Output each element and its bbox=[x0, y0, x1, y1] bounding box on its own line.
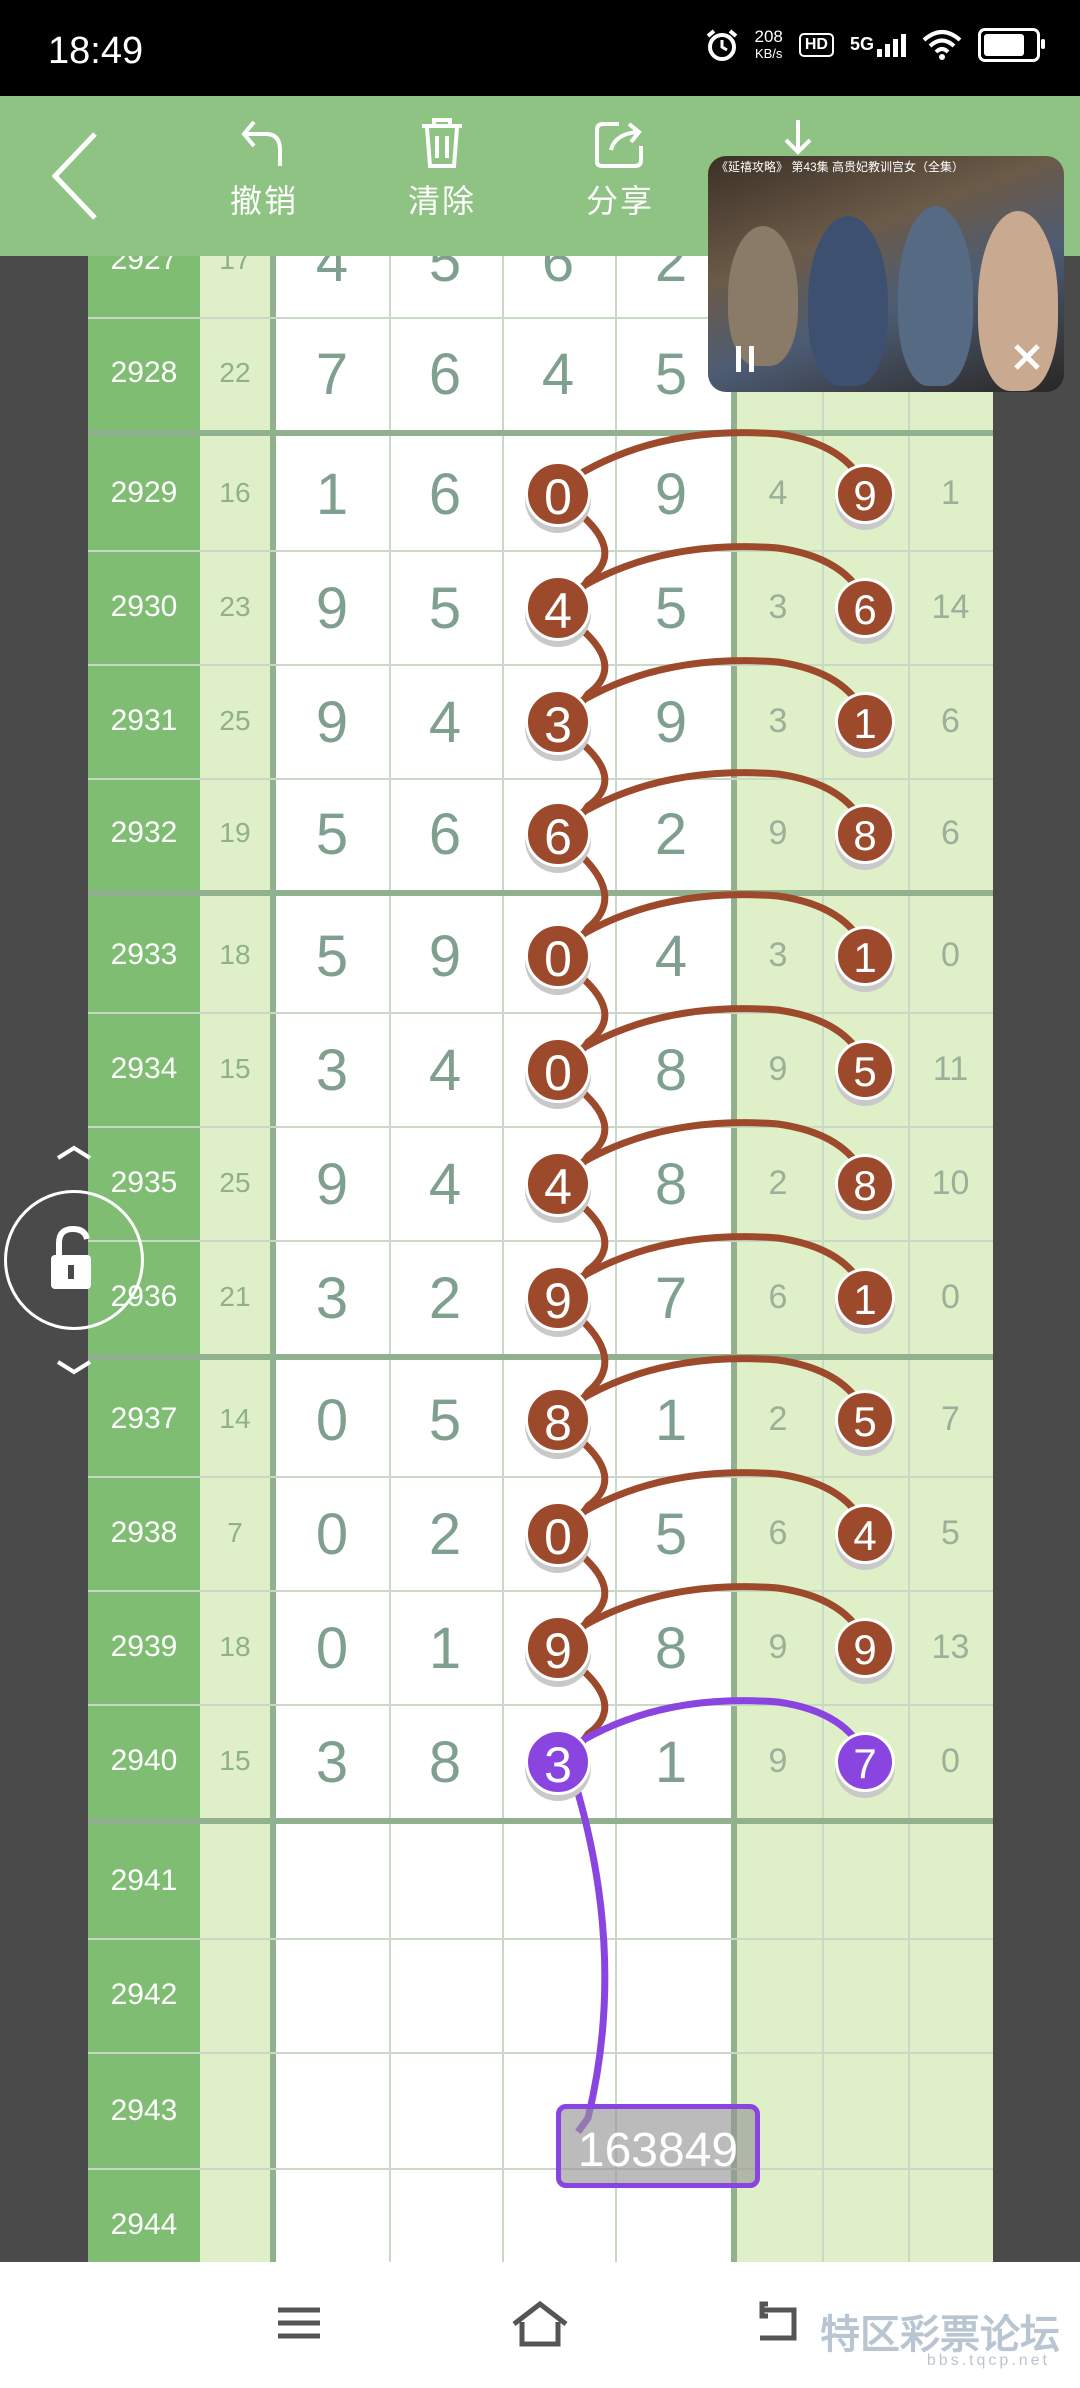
back-button[interactable] bbox=[40, 126, 120, 226]
draw-ball[interactable]: 3 bbox=[525, 689, 591, 755]
net-speed: 208 KB/s bbox=[755, 28, 783, 62]
stat-ball[interactable]: 9 bbox=[835, 1618, 895, 1678]
share-label: 分享 bbox=[585, 183, 654, 219]
trend-curves bbox=[555, 429, 870, 2135]
chevron-down-icon[interactable] bbox=[54, 1358, 94, 1378]
stat-ball[interactable]: 1 bbox=[835, 926, 895, 986]
unlock-icon bbox=[51, 1225, 91, 1289]
video-figure bbox=[808, 216, 888, 386]
stat-ball[interactable]: 1 bbox=[835, 692, 895, 752]
signal-label: 5G bbox=[849, 33, 874, 54]
lock-button[interactable] bbox=[4, 1190, 144, 1330]
clear-button[interactable]: 清除 bbox=[382, 116, 502, 222]
draw-ball[interactable]: 0 bbox=[525, 461, 591, 527]
video-figure bbox=[898, 206, 973, 386]
stat-ball[interactable]: 5 bbox=[835, 1390, 895, 1450]
trend-connector bbox=[569, 1774, 609, 2135]
stat-ball[interactable]: 4 bbox=[835, 1504, 895, 1564]
stat-ball[interactable]: 8 bbox=[835, 1154, 895, 1214]
draw-ball[interactable]: 0 bbox=[525, 923, 591, 989]
stat-ball[interactable]: 9 bbox=[835, 464, 895, 524]
status-bar: 18:49 208 KB/s HD 5G bbox=[0, 0, 1080, 96]
share-icon bbox=[595, 122, 643, 168]
pause-icon[interactable] bbox=[730, 342, 760, 376]
status-time: 18:49 bbox=[48, 30, 144, 72]
stat-ball[interactable]: 7 bbox=[835, 1732, 895, 1792]
video-pip[interactable]: 《延禧攻略》 第43集 高贵妃教训宫女（全集） bbox=[708, 156, 1064, 392]
draw-ball[interactable]: 4 bbox=[525, 1151, 591, 1217]
home-icon[interactable] bbox=[510, 2298, 570, 2348]
back-nav-icon[interactable] bbox=[754, 2298, 804, 2348]
alarm-icon bbox=[706, 29, 737, 61]
signal-icon: 5G bbox=[849, 33, 906, 57]
undo-button[interactable]: 撤销 bbox=[204, 116, 324, 222]
draw-ball[interactable]: 3 bbox=[525, 1729, 591, 1795]
hd-badge: HD bbox=[798, 33, 834, 57]
chevron-up-icon[interactable] bbox=[54, 1142, 94, 1162]
net-speed-unit: KB/s bbox=[754, 46, 783, 61]
stat-ball[interactable]: 5 bbox=[835, 1040, 895, 1100]
result-display[interactable]: 163849 bbox=[556, 2104, 760, 2188]
stat-ball[interactable]: 8 bbox=[835, 804, 895, 864]
draw-ball[interactable]: 6 bbox=[525, 801, 591, 867]
net-speed-value: 208 bbox=[754, 27, 783, 46]
clear-label: 清除 bbox=[407, 183, 476, 219]
draw-ball[interactable]: 9 bbox=[525, 1615, 591, 1681]
share-button[interactable]: 分享 bbox=[560, 116, 680, 222]
stat-ball[interactable]: 6 bbox=[835, 578, 895, 638]
wifi-icon bbox=[922, 30, 962, 60]
draw-ball[interactable]: 9 bbox=[525, 1265, 591, 1331]
status-icons: 208 KB/s HD 5G bbox=[705, 28, 1045, 62]
trend-arc bbox=[555, 429, 870, 492]
stat-ball[interactable]: 1 bbox=[835, 1268, 895, 1328]
system-nav-bar: 特区彩票论坛 bbs.tqcp.net bbox=[0, 2262, 1080, 2388]
draw-ball[interactable]: 0 bbox=[525, 1037, 591, 1103]
video-caption: 《延禧攻略》 第43集 高贵妃教训宫女（全集） bbox=[716, 160, 965, 174]
draw-ball[interactable]: 8 bbox=[525, 1387, 591, 1453]
battery-icon bbox=[978, 28, 1045, 62]
trend-grid: 2927 17 4 5 6 2 2928 22 7 6 4 5 2929 16 1 6 9 4 1 2930 23 9 5 5… bbox=[88, 256, 993, 2262]
forum-watermark-url: bbs.tqcp.net bbox=[926, 2352, 1050, 2369]
draw-ball[interactable]: 0 bbox=[525, 1501, 591, 1567]
close-icon[interactable] bbox=[1010, 340, 1044, 374]
undo-icon bbox=[241, 120, 282, 166]
undo-label: 撤销 bbox=[229, 183, 298, 219]
trash-icon bbox=[422, 118, 462, 168]
draw-ball[interactable]: 4 bbox=[525, 575, 591, 641]
menu-icon[interactable] bbox=[274, 2298, 324, 2348]
